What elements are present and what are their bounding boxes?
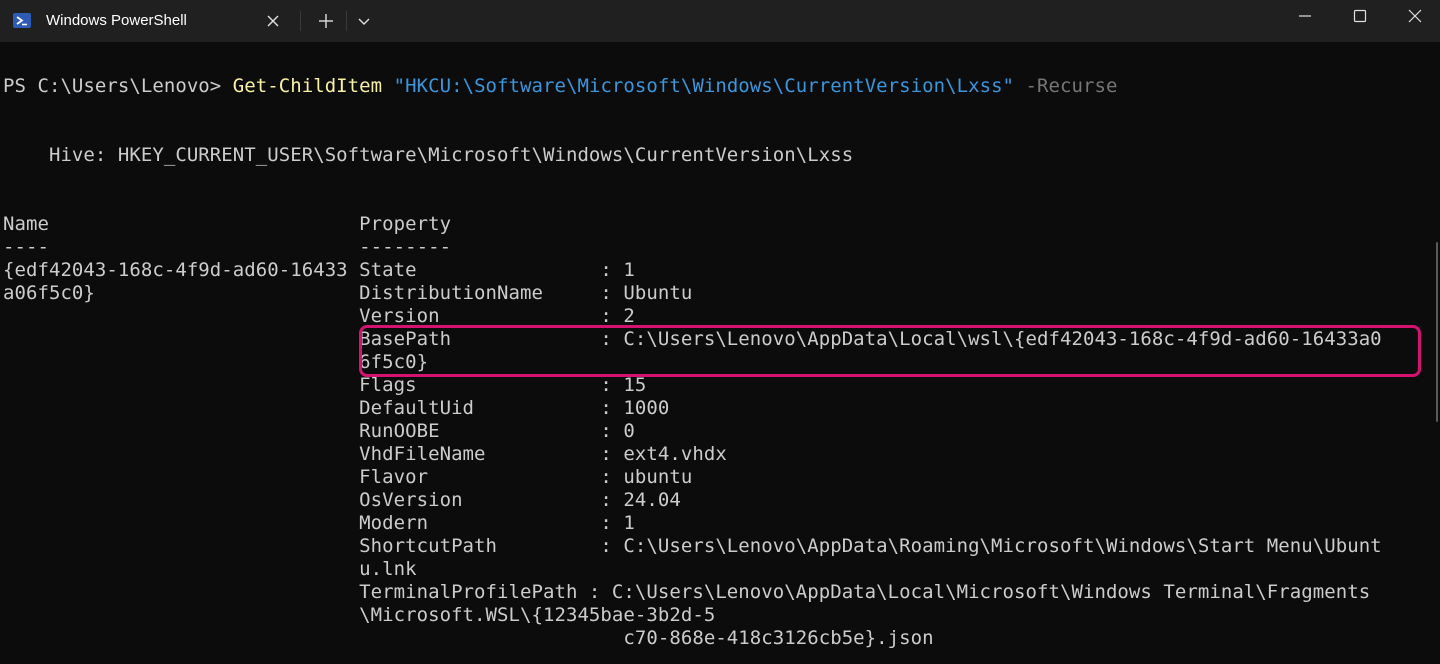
- command-line: PS C:\Users\Lenovo> Get-ChildItem "HKCU:…: [3, 75, 1117, 98]
- basepath-highlight-box: [359, 325, 1421, 377]
- output-line: OsVersion : 24.04: [3, 489, 681, 511]
- command-argument: "HKCU:\Software\Microsoft\Windows\Curren…: [393, 75, 1015, 97]
- output-line: Flags : 15: [3, 374, 647, 396]
- title-bar: Windows PowerShell: [0, 0, 1440, 42]
- maximize-icon: [1353, 9, 1367, 23]
- minimize-icon: [1299, 15, 1311, 17]
- minimize-button[interactable]: [1280, 0, 1330, 32]
- output-line: DefaultUid : 1000: [3, 397, 670, 419]
- terminal-output[interactable]: PS C:\Users\Lenovo> Get-ChildItem "HKCU:…: [0, 42, 1440, 664]
- new-tab-button[interactable]: [312, 8, 340, 34]
- powershell-icon: [13, 13, 31, 28]
- scrollbar[interactable]: [1436, 242, 1438, 422]
- chevron-down-icon[interactable]: [352, 8, 376, 34]
- column-header: Name Property: [3, 213, 452, 235]
- output-line: Flavor : ubuntu: [3, 466, 693, 488]
- column-underline: ---- --------: [3, 236, 452, 258]
- maximize-button[interactable]: [1335, 0, 1385, 32]
- output-line: VhdFileName : ext4.vhdx: [3, 443, 727, 465]
- close-icon[interactable]: [263, 11, 283, 31]
- output-line: a06f5c0} DistributionName : Ubuntu: [3, 282, 693, 304]
- output-line: TerminalProfilePath : C:\Users\Lenovo\Ap…: [3, 581, 1371, 603]
- command-parameter: -Recurse: [1025, 75, 1118, 97]
- tab-windows-powershell[interactable]: Windows PowerShell: [0, 0, 298, 42]
- command: Get-ChildItem: [232, 75, 383, 97]
- output-line: c70-868e-418c3126cb5e}.json: [3, 627, 934, 649]
- output-line: RunOOBE : 0: [3, 420, 635, 442]
- output-line: Modern : 1: [3, 512, 635, 534]
- tab-title: Windows PowerShell: [46, 12, 187, 29]
- window-close-icon: [1408, 9, 1422, 23]
- output-line: u.lnk: [3, 558, 417, 580]
- window-close-button[interactable]: [1390, 0, 1440, 32]
- output-line: {edf42043-168c-4f9d-ad60-16433 State : 1: [3, 259, 635, 281]
- prompt: PS C:\Users\Lenovo>: [3, 75, 233, 97]
- output-line: \Microsoft.WSL\{12345bae-3b2d-5: [3, 604, 716, 626]
- output-line: ShortcutPath : C:\Users\Lenovo\AppData\R…: [3, 535, 1382, 557]
- hive-line: Hive: HKEY_CURRENT_USER\Software\Microso…: [3, 144, 854, 166]
- tab-divider: [346, 11, 347, 31]
- tab-divider: [300, 11, 301, 31]
